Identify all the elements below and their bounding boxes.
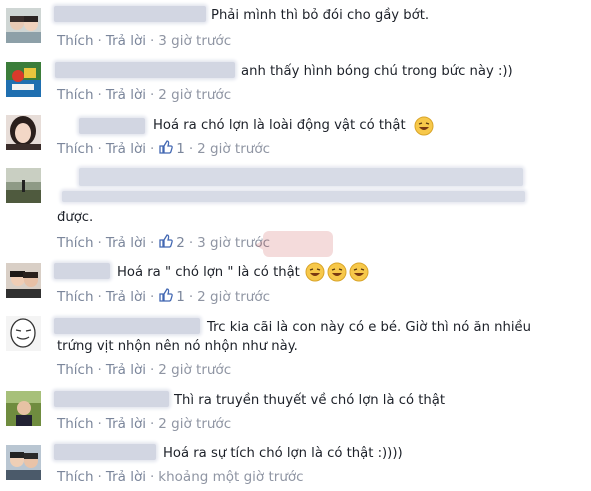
like-link[interactable]: Thích	[57, 362, 94, 378]
separator: ·	[97, 469, 102, 485]
commenter-name[interactable]	[54, 318, 200, 334]
like-count[interactable]: 1	[176, 289, 185, 305]
commenter-name[interactable]	[55, 62, 235, 78]
thumbs-up-icon[interactable]	[158, 287, 174, 307]
separator: ·	[97, 362, 102, 378]
timestamp[interactable]: 3 giờ trước	[158, 33, 231, 49]
comment-text: trứng vịt nhộn nên nó nhộn như này.	[57, 339, 298, 354]
thumbs-up-icon[interactable]	[158, 139, 174, 159]
commenter-name[interactable]	[54, 391, 169, 407]
timestamp[interactable]: 2 giờ trước	[158, 87, 231, 103]
reply-link[interactable]: Trả lời	[106, 33, 146, 49]
watermark-logo	[255, 225, 345, 269]
separator: ·	[149, 362, 155, 378]
avatar[interactable]	[6, 115, 41, 150]
separator: ·	[149, 469, 155, 485]
reply-link[interactable]: Trả lời	[106, 362, 146, 378]
like-link[interactable]: Thích	[57, 289, 94, 305]
separator: ·	[97, 235, 102, 251]
reply-link[interactable]: Trả lời	[106, 469, 146, 485]
reply-link[interactable]: Trả lời	[106, 289, 146, 305]
separator: ·	[97, 87, 102, 103]
comment-actions: Thích · Trả lời · 1 · 2 giờ trước	[57, 287, 270, 307]
avatar[interactable]	[6, 391, 41, 426]
like-link[interactable]: Thích	[57, 141, 94, 157]
separator: ·	[188, 289, 194, 305]
laughing-emoji-icon	[414, 116, 434, 140]
comment-text: Trc kia cãi là con này có e bé. Giờ thì …	[207, 320, 532, 335]
comment-text: Hoá ra sự tích chó lợn là có thật :))))	[163, 446, 403, 461]
like-count[interactable]: 2	[176, 235, 185, 251]
comment-actions: Thích · Trả lời · khoảng một giờ trước	[57, 468, 304, 486]
commenter-name[interactable]	[54, 263, 110, 279]
avatar[interactable]	[6, 8, 41, 43]
blurred-text	[62, 191, 525, 202]
separator: ·	[188, 141, 194, 157]
avatar[interactable]	[6, 168, 41, 203]
separator: ·	[149, 87, 155, 103]
reply-link[interactable]: Trả lời	[106, 87, 146, 103]
comment-text: Thì ra truyền thuyết về chó lợn là có th…	[174, 393, 446, 408]
like-count[interactable]: 1	[176, 141, 185, 157]
avatar[interactable]	[6, 263, 41, 298]
avatar[interactable]	[6, 445, 41, 480]
comment-actions: Thích · Trả lời · 2 giờ trước	[57, 86, 231, 104]
comment-actions: Thích · Trả lời · 1 · 2 giờ trước	[57, 139, 270, 159]
comment-text: anh thấy hình bóng chú trong bức này :))	[241, 64, 513, 79]
separator: ·	[97, 141, 102, 157]
like-link[interactable]: Thích	[57, 87, 94, 103]
thumbs-up-icon[interactable]	[158, 233, 174, 253]
comment-text: Hoá ra chó lợn là loài động vật có thật	[153, 118, 406, 133]
separator: ·	[149, 416, 155, 432]
avatar[interactable]	[6, 62, 41, 97]
timestamp[interactable]: 2 giờ trước	[158, 362, 231, 378]
comment-text: Phải mình thì bỏ đói cho gầy bớt.	[211, 8, 430, 23]
reply-link[interactable]: Trả lời	[106, 416, 146, 432]
like-link[interactable]: Thích	[57, 416, 94, 432]
separator: ·	[188, 235, 194, 251]
commenter-name[interactable]	[54, 6, 206, 22]
timestamp[interactable]: 2 giờ trước	[197, 141, 270, 157]
comment-actions: Thích · Trả lời · 2 giờ trước	[57, 361, 231, 379]
reply-link[interactable]: Trả lời	[106, 235, 146, 251]
like-link[interactable]: Thích	[57, 469, 94, 485]
comment-text: được.	[57, 210, 94, 225]
like-link[interactable]: Thích	[57, 235, 94, 251]
separator: ·	[97, 416, 102, 432]
comment-actions: Thích · Trả lời · 2 giờ trước	[57, 415, 231, 433]
separator: ·	[149, 235, 155, 251]
separator: ·	[97, 33, 102, 49]
separator: ·	[97, 289, 102, 305]
like-link[interactable]: Thích	[57, 33, 94, 49]
separator: ·	[149, 33, 155, 49]
commenter-name[interactable]	[79, 168, 523, 186]
separator: ·	[149, 289, 155, 305]
comment-actions: Thích · Trả lời · 3 giờ trước	[57, 32, 231, 50]
comment-actions: Thích · Trả lời · 2 · 3 giờ trước	[57, 233, 270, 253]
separator: ·	[149, 141, 155, 157]
timestamp[interactable]: khoảng một giờ trước	[158, 469, 303, 485]
commenter-name[interactable]	[54, 444, 156, 460]
reply-link[interactable]: Trả lời	[106, 141, 146, 157]
laughing-emoji-icon	[349, 262, 369, 286]
timestamp[interactable]: 2 giờ trước	[197, 289, 270, 305]
commenter-name[interactable]	[79, 118, 145, 134]
avatar[interactable]	[6, 316, 41, 351]
timestamp[interactable]: 2 giờ trước	[158, 416, 231, 432]
